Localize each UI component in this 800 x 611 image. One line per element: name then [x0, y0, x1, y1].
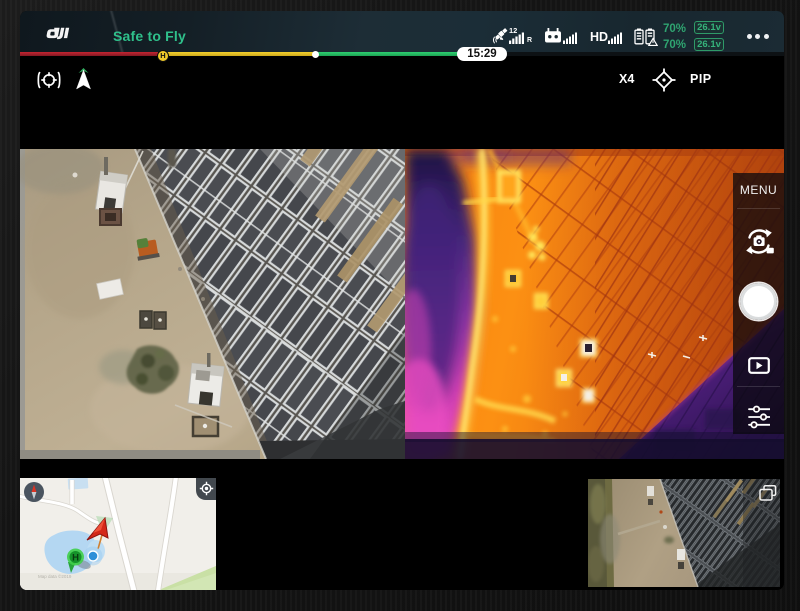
svg-text:Map data ©2019: Map data ©2019	[38, 573, 72, 579]
svg-text:H: H	[72, 553, 79, 564]
